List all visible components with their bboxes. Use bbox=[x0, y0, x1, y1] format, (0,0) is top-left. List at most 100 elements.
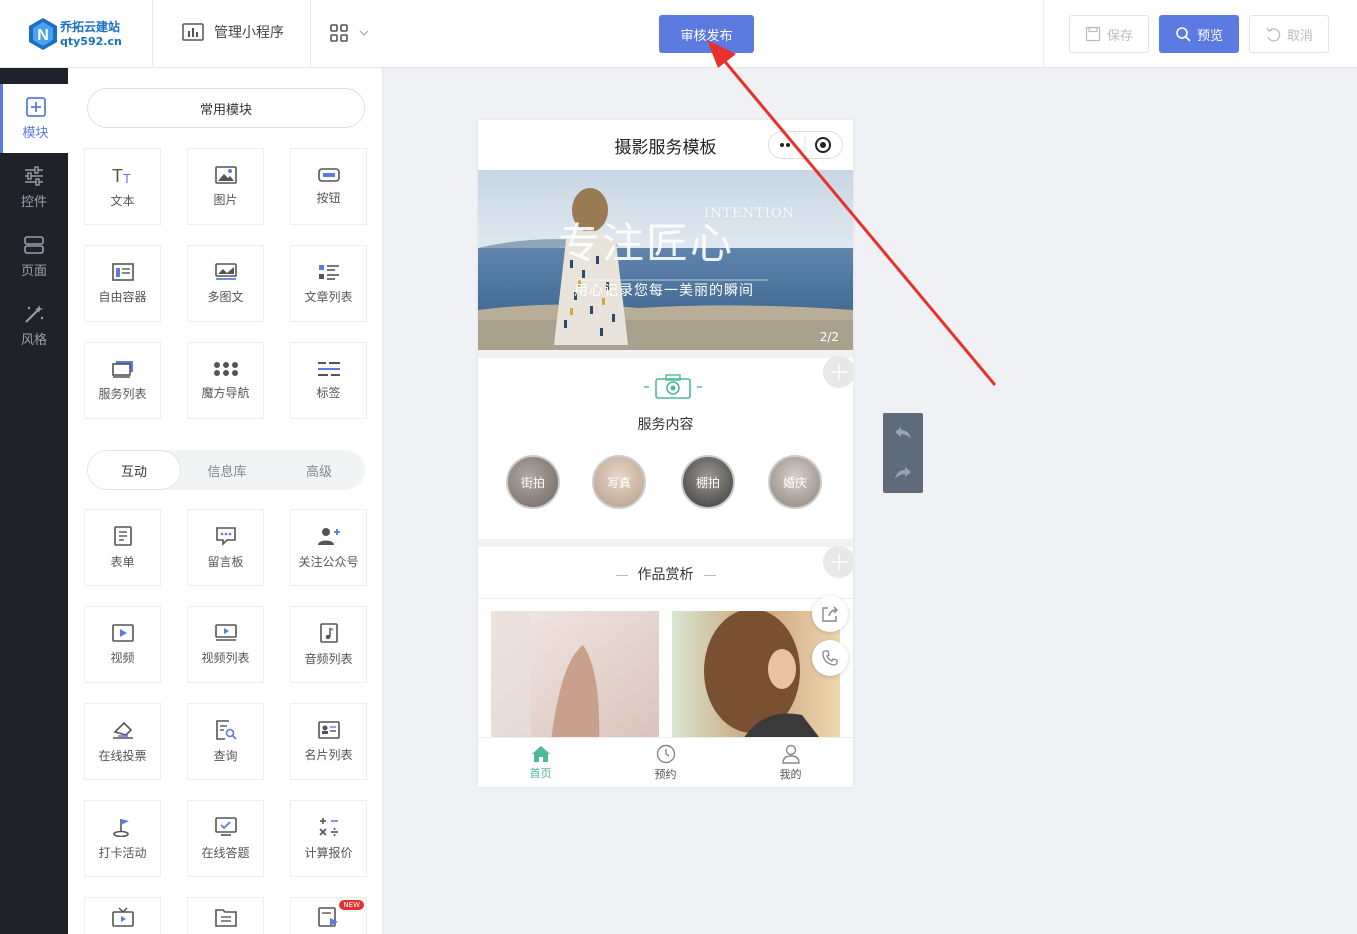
service-label: 街拍 bbox=[520, 475, 545, 490]
service-circle-street[interactable]: 街拍 bbox=[506, 455, 560, 509]
multi-image-icon bbox=[214, 262, 237, 280]
calculator-icon bbox=[318, 817, 338, 836]
module-label: 服务列表 bbox=[98, 386, 147, 401]
tabbar-label: 我的 bbox=[779, 767, 802, 781]
module-audio-list[interactable]: 音频列表 bbox=[290, 606, 367, 683]
works-title-text: 作品赏析 bbox=[637, 567, 694, 583]
services-section-title: 服务内容 bbox=[637, 417, 694, 433]
app-grid-dropdown[interactable] bbox=[330, 24, 370, 42]
module-multi-article[interactable]: 多图文 bbox=[187, 245, 264, 322]
drag-handle[interactable] bbox=[823, 356, 853, 388]
tabbar-home[interactable]: 首页 bbox=[478, 738, 603, 787]
bar-chart-icon bbox=[182, 23, 204, 41]
module-online-quiz[interactable]: 在线答题 bbox=[187, 800, 264, 877]
tab-advanced[interactable]: 高级 bbox=[273, 450, 365, 490]
module-label: 打卡活动 bbox=[98, 845, 147, 860]
nav-label: 风格 bbox=[20, 333, 47, 348]
undo-button[interactable] bbox=[883, 413, 923, 453]
module-free-container[interactable]: 自由容器 bbox=[84, 245, 161, 322]
phone-call-float-button[interactable] bbox=[812, 640, 848, 676]
nav-item-style[interactable]: 风格 bbox=[0, 291, 68, 360]
redo-button[interactable] bbox=[883, 453, 923, 493]
module-label: 按钮 bbox=[316, 190, 341, 205]
module-tag[interactable]: 标签 bbox=[290, 342, 367, 419]
module-button[interactable]: 按钮 bbox=[290, 148, 367, 225]
close-target-icon bbox=[815, 137, 831, 153]
dots-grid-icon bbox=[213, 361, 238, 376]
flag-icon bbox=[112, 818, 129, 837]
module-file-list[interactable] bbox=[187, 897, 264, 934]
list-icon bbox=[318, 264, 339, 280]
works-section-title: 作品赏析 bbox=[478, 564, 853, 584]
module-video-list[interactable]: 视频列表 bbox=[187, 606, 264, 683]
module-label: 名片列表 bbox=[304, 747, 353, 762]
save-button[interactable]: 保存 bbox=[1069, 15, 1149, 53]
module-label: 文章列表 bbox=[304, 289, 353, 304]
module-follow-account[interactable]: 关注公众号 bbox=[290, 509, 367, 586]
svg-text:T: T bbox=[112, 166, 123, 185]
module-label: 在线答题 bbox=[201, 845, 250, 860]
module-label: 多图文 bbox=[207, 289, 244, 304]
service-circle-portrait[interactable]: 写真 bbox=[592, 455, 646, 509]
module-online-vote[interactable]: 在线投票 bbox=[84, 703, 161, 780]
module-card-list[interactable]: 名片列表 bbox=[290, 703, 367, 780]
search-icon bbox=[1176, 27, 1191, 42]
undo-icon bbox=[1266, 27, 1281, 42]
module-checkin[interactable]: 打卡活动 bbox=[84, 800, 161, 877]
nav-item-controls[interactable]: 控件 bbox=[0, 153, 68, 222]
module-live-tv[interactable] bbox=[84, 897, 161, 934]
module-cube-nav[interactable]: 魔方导航 bbox=[187, 342, 264, 419]
tab-info-library[interactable]: 信息库 bbox=[181, 450, 273, 490]
preview-button[interactable]: 预览 bbox=[1159, 15, 1239, 53]
nav-item-pages[interactable]: 页面 bbox=[0, 222, 68, 291]
nav-label: 模块 bbox=[22, 126, 49, 141]
grid-icon bbox=[330, 24, 348, 42]
miniprogram-capsule[interactable] bbox=[768, 131, 843, 159]
module-new-feature[interactable]: NEW bbox=[290, 897, 367, 934]
service-label: 写真 bbox=[606, 475, 631, 490]
cancel-button[interactable]: 取消 bbox=[1249, 15, 1329, 53]
module-label: 计算报价 bbox=[304, 845, 353, 860]
share-float-button[interactable] bbox=[812, 596, 848, 632]
tabbar-booking[interactable]: 预约 bbox=[603, 738, 728, 787]
move-icon bbox=[831, 364, 847, 380]
service-circle-studio[interactable]: 棚拍 bbox=[681, 455, 735, 509]
module-label: 文本 bbox=[110, 193, 135, 208]
tabbar-mine[interactable]: 我的 bbox=[728, 738, 853, 787]
banner-carousel[interactable]: 专注匠心 INTENTION 用心记录您每一美丽的瞬间 2/2 bbox=[478, 170, 853, 350]
module-form[interactable]: 表单 bbox=[84, 509, 161, 586]
manage-miniprogram-button[interactable]: 管理小程序 bbox=[182, 22, 284, 42]
page-title: 摄影服务模板 bbox=[614, 137, 717, 158]
video-list-icon bbox=[214, 623, 237, 641]
service-circle-wedding[interactable]: 婚庆 bbox=[768, 455, 822, 509]
tab-interactive[interactable]: 互动 bbox=[87, 450, 181, 490]
module-image[interactable]: 图片 bbox=[187, 148, 264, 225]
logo[interactable]: N 乔拓云建站 qty592.cn bbox=[28, 14, 138, 54]
image-icon bbox=[214, 165, 237, 184]
pages-icon bbox=[24, 236, 44, 254]
work-image-2[interactable] bbox=[672, 611, 840, 741]
module-message-board[interactable]: 留言板 bbox=[187, 509, 264, 586]
message-icon bbox=[215, 526, 236, 546]
module-video[interactable]: 视频 bbox=[84, 606, 161, 683]
module-price-calculator[interactable]: 计算报价 bbox=[290, 800, 367, 877]
submit-publish-button[interactable]: 审核发布 bbox=[659, 15, 754, 53]
music-note-icon bbox=[319, 622, 338, 643]
logo-name: 乔拓云建站 bbox=[60, 20, 121, 35]
phone-header: 摄影服务模板 bbox=[478, 120, 853, 170]
section-gap bbox=[478, 539, 853, 547]
module-label: 自由容器 bbox=[98, 289, 147, 304]
nav-item-modules[interactable]: 模块 bbox=[0, 84, 68, 153]
module-label: 查询 bbox=[213, 748, 238, 763]
module-service-list[interactable]: 服务列表 bbox=[84, 342, 161, 419]
module-label: 表单 bbox=[110, 554, 135, 569]
service-label: 婚庆 bbox=[782, 475, 807, 490]
module-text[interactable]: TT 文本 bbox=[84, 148, 161, 225]
svg-text:N: N bbox=[37, 27, 49, 44]
svg-text:T: T bbox=[123, 171, 131, 185]
title-dash bbox=[703, 574, 716, 576]
module-article-list[interactable]: 文章列表 bbox=[290, 245, 367, 322]
share-icon bbox=[822, 606, 838, 622]
work-image-1[interactable] bbox=[491, 611, 659, 741]
module-query[interactable]: 查询 bbox=[187, 703, 264, 780]
